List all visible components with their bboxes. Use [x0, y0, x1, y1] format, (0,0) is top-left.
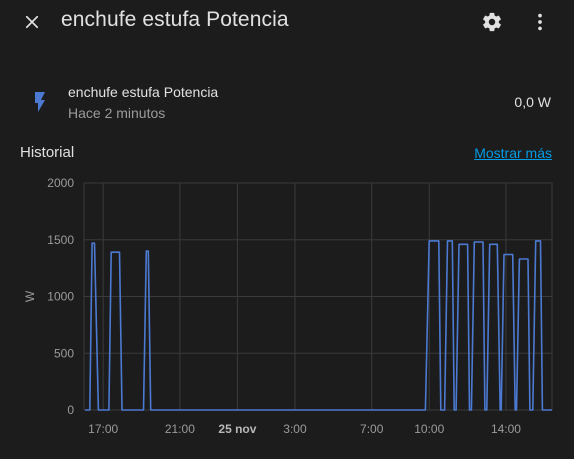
- entity-name: enchufe estufa Potencia: [68, 84, 219, 100]
- series-line: [85, 240, 552, 411]
- dialog-header: enchufe estufa Potencia: [0, 0, 574, 44]
- y-tick-label: 1000: [47, 290, 74, 304]
- more-options-button[interactable]: [528, 10, 552, 34]
- more-vertical-icon: [538, 13, 542, 31]
- show-more-link[interactable]: Mostrar más: [474, 145, 552, 161]
- dialog-title: enchufe estufa Potencia: [61, 8, 289, 31]
- y-tick-label: 1500: [47, 233, 74, 247]
- flash-icon: [35, 92, 45, 112]
- close-button[interactable]: [20, 10, 44, 34]
- history-chart[interactable]: 2000 1500 1000 500 0 17:00 21:00 25 nov 3:00 7:00…: [0, 170, 574, 459]
- y-axis-label: W: [23, 290, 37, 302]
- y-tick-label: 500: [54, 346, 74, 360]
- x-tick-label: 7:00: [360, 422, 384, 436]
- history-title: Historial: [20, 144, 75, 161]
- y-tick-label: 0: [67, 403, 74, 417]
- x-tick-label: 3:00: [283, 422, 307, 436]
- entity-row: enchufe estufa Potencia Hace 2 minutos 0…: [0, 78, 574, 126]
- x-tick-label: 25 nov: [218, 422, 256, 436]
- settings-button[interactable]: [480, 10, 504, 34]
- entity-last-changed: Hace 2 minutos: [68, 105, 166, 121]
- close-icon: [25, 15, 39, 29]
- gear-icon: [483, 12, 501, 32]
- y-tick-label: 2000: [47, 176, 74, 190]
- x-tick-label: 21:00: [165, 422, 195, 436]
- x-tick-label: 17:00: [88, 422, 118, 436]
- entity-state: 0,0 W: [514, 94, 551, 110]
- x-tick-label: 14:00: [491, 422, 521, 436]
- x-tick-label: 10:00: [414, 422, 444, 436]
